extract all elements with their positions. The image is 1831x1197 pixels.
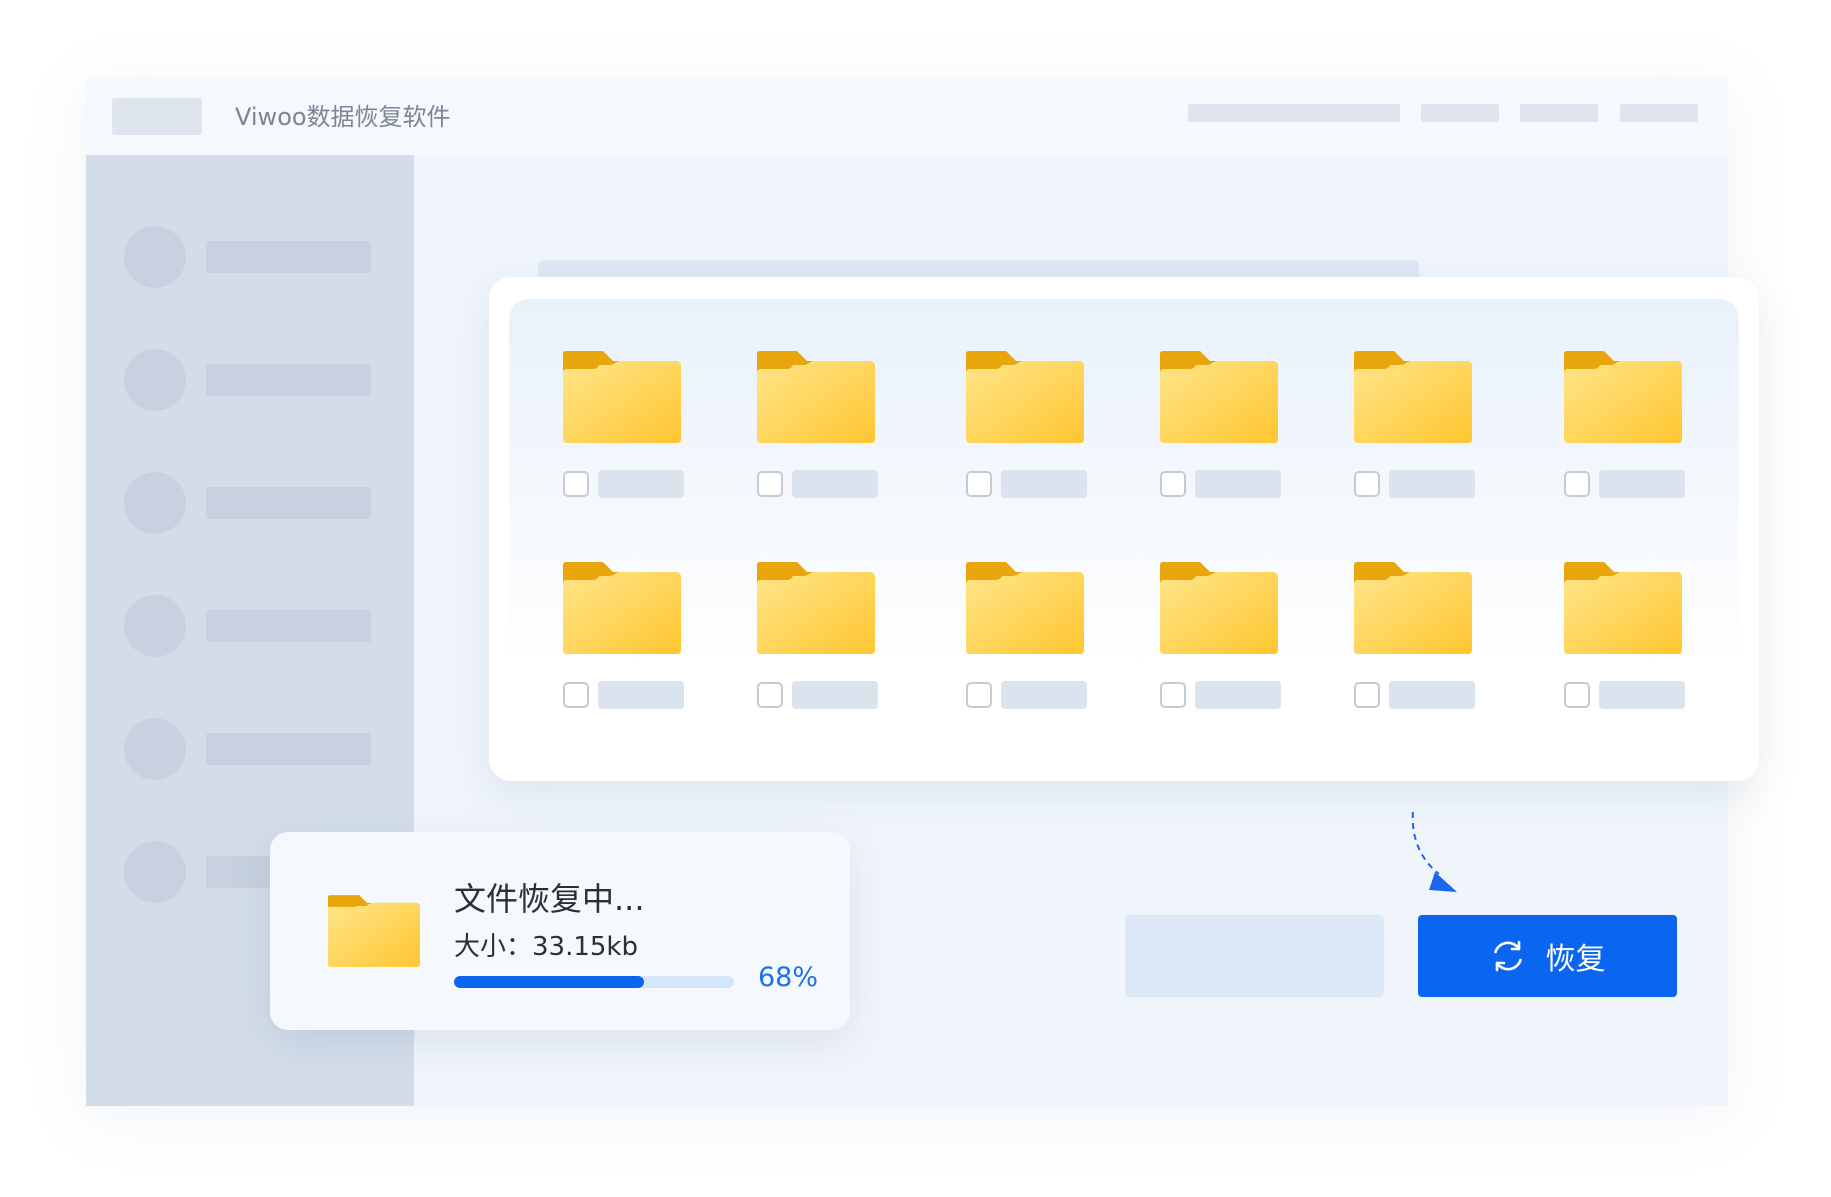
folder-name [1599, 681, 1685, 709]
folder-item[interactable] [966, 351, 1106, 511]
folder-icon [563, 562, 681, 654]
folder-item[interactable] [757, 351, 897, 511]
progress-bar [454, 976, 734, 988]
progress-percent: 68% [758, 962, 819, 993]
folder-item[interactable] [1160, 562, 1300, 722]
folder-item[interactable] [966, 562, 1106, 722]
sidebar-item-label [206, 733, 371, 765]
folder-item[interactable] [1354, 562, 1494, 722]
sidebar-item-icon [124, 595, 186, 657]
folder-checkbox[interactable] [757, 471, 783, 497]
file-grid-card [489, 277, 1759, 781]
sidebar-item-icon [124, 718, 186, 780]
folder-icon [966, 351, 1084, 443]
folder-item[interactable] [757, 562, 897, 722]
folder-checkbox[interactable] [1354, 682, 1380, 708]
folder-name [1195, 470, 1281, 498]
folder-name [1001, 681, 1087, 709]
folder-name [792, 470, 878, 498]
folder-name [1599, 470, 1685, 498]
folder-item[interactable] [563, 562, 703, 722]
secondary-button[interactable] [1125, 915, 1384, 997]
folder-name [1001, 470, 1087, 498]
sidebar-item-label [206, 610, 371, 642]
folder-name [792, 681, 878, 709]
dashed-arrow-icon [1411, 811, 1457, 892]
sidebar-item-label [206, 487, 371, 519]
folder-checkbox[interactable] [1564, 471, 1590, 497]
folder-checkbox[interactable] [1354, 471, 1380, 497]
sidebar-item-label [206, 241, 371, 273]
folder-icon [1564, 562, 1682, 654]
folder-icon [328, 895, 420, 967]
folder-item[interactable] [1564, 562, 1704, 722]
folder-checkbox[interactable] [757, 682, 783, 708]
folder-icon [1160, 562, 1278, 654]
titlebar-placeholder-2[interactable] [1421, 104, 1499, 122]
titlebar-placeholder-1[interactable] [1188, 104, 1400, 122]
folder-item[interactable] [1564, 351, 1704, 511]
folder-name [1195, 681, 1281, 709]
folder-icon [757, 562, 875, 654]
file-grid [509, 299, 1739, 759]
folder-name [1389, 470, 1475, 498]
sidebar-item[interactable] [124, 472, 374, 534]
title-bar: Viwoo数据恢复软件 [86, 78, 1728, 155]
sidebar-item-label [206, 364, 371, 396]
sidebar-item-icon [124, 472, 186, 534]
sidebar-item[interactable] [124, 595, 374, 657]
folder-item[interactable] [1354, 351, 1494, 511]
sidebar-item-icon [124, 841, 186, 903]
folder-icon [1354, 351, 1472, 443]
sidebar-item[interactable] [124, 349, 374, 411]
folder-checkbox[interactable] [966, 682, 992, 708]
folder-name [598, 681, 684, 709]
folder-name [598, 470, 684, 498]
folder-icon [757, 351, 875, 443]
progress-bar-fill [454, 976, 645, 988]
folder-icon [966, 562, 1084, 654]
sidebar-item-icon [124, 226, 186, 288]
progress-file-size: 大小：33.15kb [454, 932, 638, 962]
folder-icon [563, 351, 681, 443]
folder-icon [1354, 562, 1472, 654]
folder-item[interactable] [563, 351, 703, 511]
sidebar-item-icon [124, 349, 186, 411]
sidebar-item[interactable] [124, 718, 374, 780]
sidebar-item[interactable] [124, 226, 374, 288]
app-logo [112, 98, 202, 135]
recover-button-label: 恢复 [1545, 942, 1606, 977]
folder-checkbox[interactable] [563, 682, 589, 708]
refresh-icon [1493, 940, 1522, 972]
titlebar-placeholder-3[interactable] [1520, 104, 1598, 122]
recover-button[interactable]: 恢复 [1418, 915, 1677, 997]
titlebar-placeholder-4[interactable] [1620, 104, 1698, 122]
folder-name [1389, 681, 1475, 709]
folder-checkbox[interactable] [1160, 682, 1186, 708]
folder-item[interactable] [1160, 351, 1300, 511]
folder-checkbox[interactable] [966, 471, 992, 497]
folder-checkbox[interactable] [563, 471, 589, 497]
folder-icon [1160, 351, 1278, 443]
app-title: Viwoo数据恢复软件 [235, 103, 451, 131]
folder-checkbox[interactable] [1564, 682, 1590, 708]
progress-title: 文件恢复中... [454, 880, 645, 918]
recovery-progress-card: 文件恢复中... 大小：33.15kb 68% [270, 832, 850, 1030]
folder-checkbox[interactable] [1160, 471, 1186, 497]
folder-icon [1564, 351, 1682, 443]
